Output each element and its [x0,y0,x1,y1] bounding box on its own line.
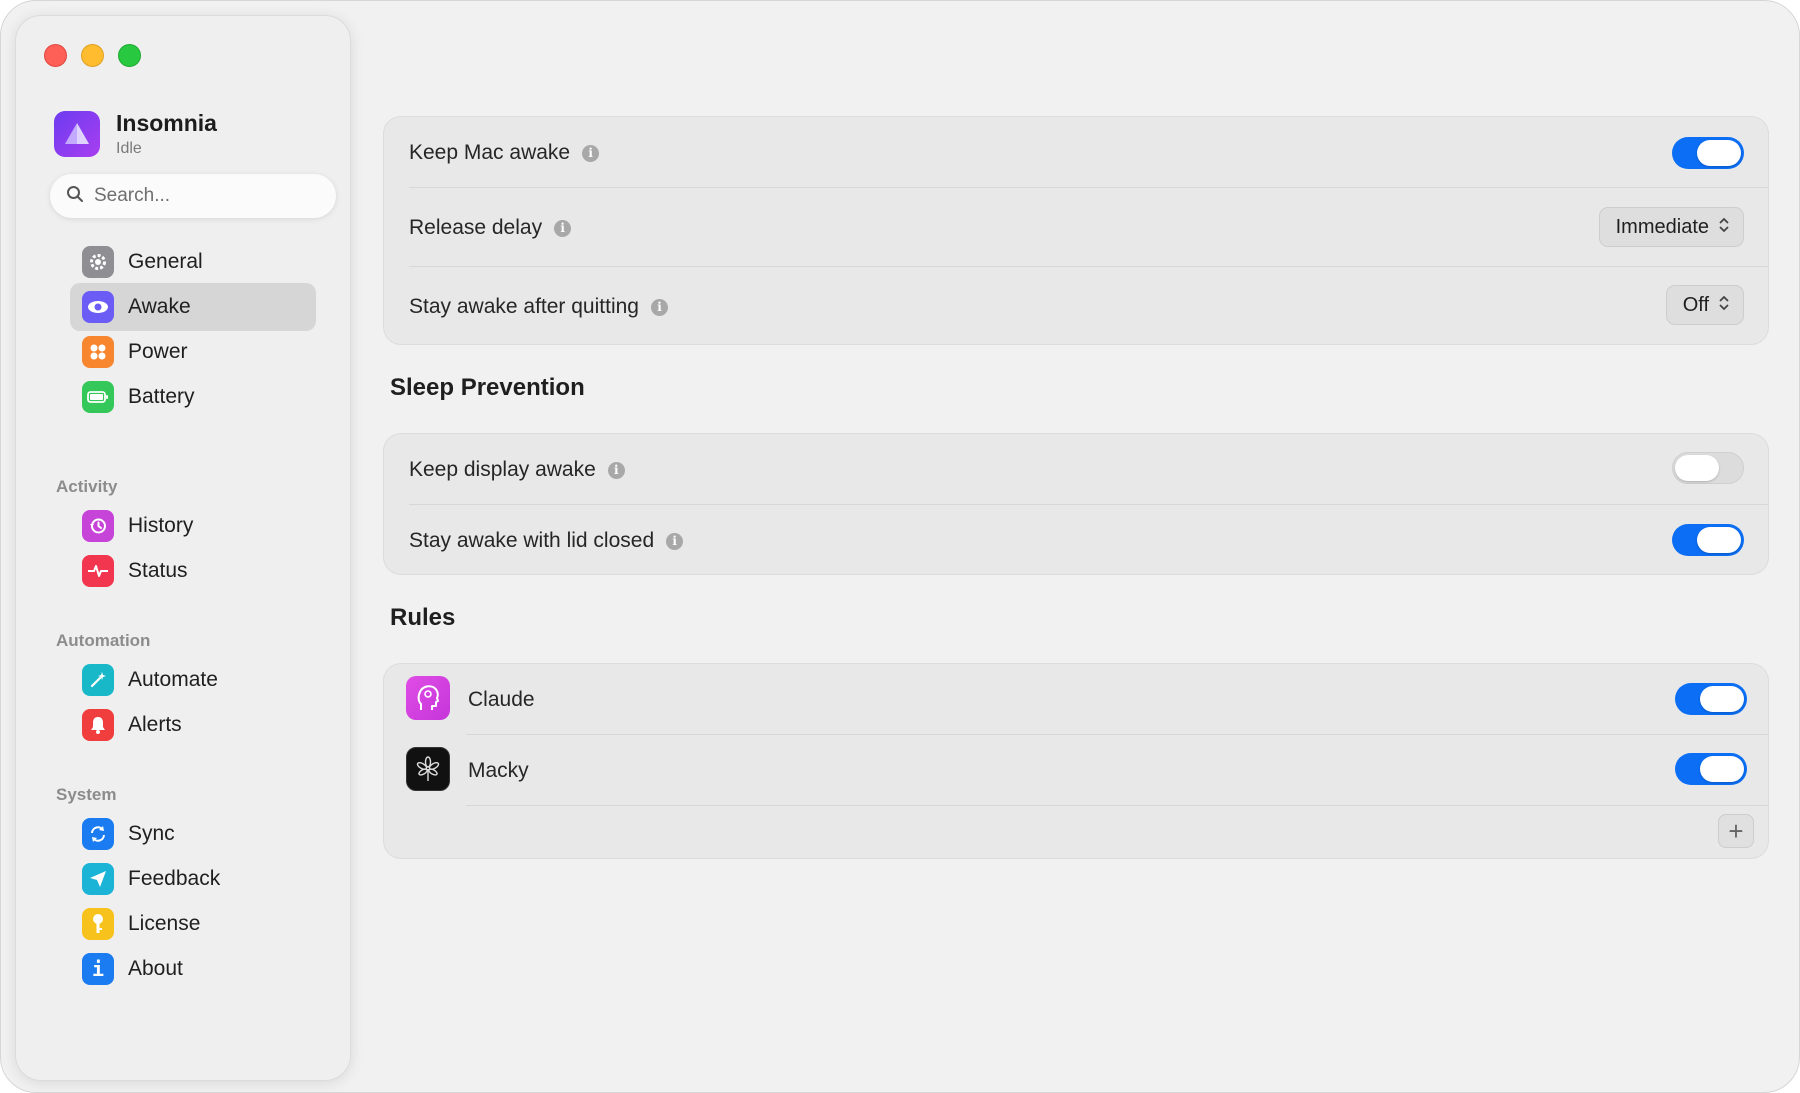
rule-claude-toggle[interactable] [1675,683,1747,715]
sidebar-item-automate[interactable]: Automate [70,656,316,704]
chevron-up-down-icon [1719,216,1729,239]
sidebar-item-label: Feedback [128,867,221,890]
stay-awake-after-quitting-select[interactable]: Off [1665,285,1744,325]
app-status: Idle [116,140,142,157]
sidebar-item-feedback[interactable]: Feedback [70,855,316,903]
magic-wand-icon [82,664,114,696]
select-value: Off [1682,293,1709,316]
sidebar-item-label: Sync [128,822,175,845]
sidebar-item-label: Battery [128,385,195,408]
sidebar-item-history[interactable]: History [70,502,316,550]
sidebar-item-power[interactable]: Power [70,328,316,376]
add-rule-button[interactable]: + [1718,814,1754,848]
settings-row-release-delay: Release delay i Immediate [384,188,1768,266]
bell-icon [82,709,114,741]
sidebar-item-license[interactable]: License [70,900,316,948]
info-circle-icon[interactable]: i [666,532,684,550]
sidebar-item-label: History [128,514,194,537]
sidebar-item-label: Awake [128,295,191,318]
heartbeat-icon [82,555,114,587]
close-window-button[interactable] [44,44,67,67]
divider [466,805,1768,806]
settings-row-stay-awake-lid-closed: Stay awake with lid closed i [384,505,1768,575]
info-circle-icon[interactable]: i [607,461,625,479]
battery-icon [82,381,114,413]
sidebar-item-label: License [128,912,201,935]
row-label: Keep display awake [409,458,596,481]
sidebar-item-label: Power [128,340,188,363]
row-label: Stay awake after quitting [409,295,639,318]
search-icon [66,185,84,208]
app-window: Insomnia Idle General Awake [0,0,1800,1093]
flower-icon [406,747,450,791]
app-header: Insomnia Idle [54,110,217,158]
rules-card: Claude Macky + [383,663,1769,859]
minimize-window-button[interactable] [81,44,104,67]
rule-label: Claude [468,688,535,711]
info-icon: i [82,953,114,985]
sidebar-item-label: Automate [128,668,218,691]
row-label: Stay awake with lid closed [409,529,655,552]
search-field[interactable] [50,174,336,218]
sidebar-section-activity: Activity [56,477,118,496]
sidebar-section-system: System [56,785,117,804]
sidebar-item-label: Status [128,559,188,582]
info-circle-icon[interactable]: i [554,219,572,237]
sidebar-item-alerts[interactable]: Alerts [70,701,316,749]
sync-icon [82,818,114,850]
key-icon [82,908,114,940]
search-input[interactable] [94,185,314,207]
sidebar-item-label: General [128,250,203,273]
sidebar-item-label: About [128,957,183,980]
chevron-up-down-icon [1719,294,1729,317]
app-logo-icon [54,111,100,157]
sidebar-item-label: Alerts [128,713,182,736]
section-title-rules: Rules [390,604,456,631]
info-circle-icon[interactable]: i [650,298,668,316]
rule-label: Macky [468,759,529,782]
release-delay-select[interactable]: Immediate [1598,207,1744,247]
select-value: Immediate [1615,215,1709,238]
sidebar-item-general[interactable]: General [70,238,316,286]
settings-row-keep-mac-awake: Keep Mac awake i [384,117,1768,187]
settings-row-keep-display-awake: Keep display awake i [384,434,1768,504]
sidebar-item-battery[interactable]: Battery [70,373,316,421]
plus-icon: + [1728,815,1744,846]
window-controls [44,44,141,67]
keep-display-awake-toggle[interactable] [1672,452,1744,484]
zoom-window-button[interactable] [118,44,141,67]
gear-icon [82,246,114,278]
info-circle-icon[interactable]: i [582,144,600,162]
general-settings-card: Keep Mac awake i Release delay i Immedia… [383,116,1769,345]
eye-icon [82,291,114,323]
paper-plane-icon [82,863,114,895]
rule-row-claude: Claude [384,664,1768,734]
sidebar-item-awake[interactable]: Awake [70,283,316,331]
stay-awake-lid-closed-toggle[interactable] [1672,524,1744,556]
row-label: Keep Mac awake [409,141,571,164]
app-name: Insomnia [116,110,217,136]
sidebar-section-automation: Automation [56,631,151,650]
sidebar-item-about[interactable]: i About [70,945,316,993]
section-title-sleep-prevention: Sleep Prevention [390,374,585,401]
rule-macky-toggle[interactable] [1675,753,1747,785]
sidebar-item-status[interactable]: Status [70,547,316,595]
sleep-prevention-card: Keep display awake i Stay awake with lid… [383,433,1769,575]
keep-mac-awake-toggle[interactable] [1672,137,1744,169]
settings-row-stay-awake-after-quitting: Stay awake after quitting i Off [384,267,1768,345]
sidebar: Insomnia Idle General Awake [15,15,351,1081]
head-profile-icon [406,676,450,720]
rule-row-macky: Macky [384,735,1768,805]
sidebar-item-sync[interactable]: Sync [70,810,316,858]
history-icon [82,510,114,542]
row-label: Release delay [409,216,543,239]
power-icon [82,336,114,368]
